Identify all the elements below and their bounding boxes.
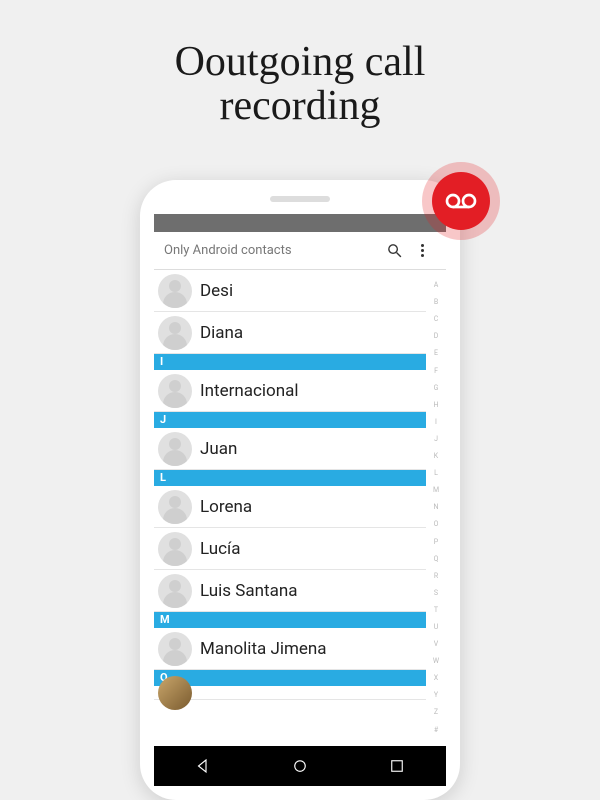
index-letter[interactable]: R (434, 573, 438, 580)
contact-name: Luis Santana (200, 581, 297, 601)
contact-list[interactable]: Desi Diana I Internacional J Juan L (154, 270, 426, 746)
avatar (158, 574, 192, 608)
android-nav-bar (154, 746, 446, 786)
index-letter[interactable]: P (434, 539, 438, 546)
index-letter[interactable]: M (433, 487, 439, 494)
index-letter[interactable]: X (434, 675, 438, 682)
index-letter[interactable]: Q (434, 556, 439, 563)
promo-title-line1: Ooutgoing call (175, 39, 426, 85)
section-header: L (154, 470, 426, 486)
promo-title-line2: recording (220, 83, 381, 129)
index-letter[interactable]: N (434, 504, 439, 511)
index-letter[interactable]: D (434, 333, 439, 340)
contact-name: Lorena (200, 497, 252, 517)
app-bar-title: Only Android contacts (164, 243, 380, 258)
overflow-menu-button[interactable] (408, 237, 436, 265)
index-letter[interactable]: L (434, 470, 438, 477)
section-header: J (154, 412, 426, 428)
index-letter[interactable]: C (434, 316, 439, 323)
contact-row[interactable]: Desi (154, 270, 426, 312)
screen: Only Android contacts Desi Diana I (154, 214, 446, 786)
index-letter[interactable]: E (434, 350, 438, 357)
index-letter[interactable]: Z (434, 709, 438, 716)
contact-name: Manolita Jimena (200, 639, 327, 659)
contact-list-area: Desi Diana I Internacional J Juan L (154, 270, 446, 746)
index-letter[interactable]: A (434, 282, 439, 289)
contact-name: Lucía (200, 539, 241, 559)
promo-title: Ooutgoing call recording (0, 40, 600, 128)
avatar (158, 490, 192, 524)
contact-row[interactable]: Luis Santana (154, 570, 426, 612)
contact-row[interactable]: Internacional (154, 370, 426, 412)
contact-row[interactable] (154, 686, 426, 700)
contact-row[interactable]: Diana (154, 312, 426, 354)
contact-name: Desi (200, 281, 233, 301)
contact-name: Internacional (200, 381, 298, 401)
search-icon (386, 242, 403, 259)
avatar (158, 432, 192, 466)
avatar (158, 374, 192, 408)
index-letter[interactable]: S (434, 590, 438, 597)
contact-row[interactable]: Manolita Jimena (154, 628, 426, 670)
phone-speaker (270, 196, 330, 202)
avatar (158, 676, 192, 710)
avatar (158, 532, 192, 566)
nav-back-icon (194, 757, 212, 775)
index-letter[interactable]: T (434, 607, 438, 614)
section-header: O (154, 670, 426, 686)
index-letter[interactable]: Y (434, 692, 438, 699)
contact-name: Diana (200, 323, 243, 343)
nav-recent-button[interactable] (377, 757, 417, 775)
index-letter[interactable]: F (434, 368, 438, 375)
section-header: I (154, 354, 426, 370)
index-letter[interactable]: J (434, 436, 438, 443)
section-header: M (154, 612, 426, 628)
avatar (158, 274, 192, 308)
index-letter[interactable]: # (434, 727, 438, 734)
nav-recent-icon (388, 757, 406, 775)
index-letter[interactable]: H (434, 402, 439, 409)
contact-row[interactable]: Lorena (154, 486, 426, 528)
record-badge (422, 162, 500, 240)
index-letter[interactable]: V (434, 641, 438, 648)
app-bar: Only Android contacts (154, 232, 446, 270)
nav-home-button[interactable] (280, 757, 320, 775)
avatar (158, 316, 192, 350)
index-letter[interactable]: W (433, 658, 439, 665)
voicemail-record-icon (432, 172, 490, 230)
nav-back-button[interactable] (183, 757, 223, 775)
index-letter[interactable]: U (434, 624, 439, 631)
avatar (158, 632, 192, 666)
nav-home-icon (291, 757, 309, 775)
search-button[interactable] (380, 237, 408, 265)
phone-frame: Only Android contacts Desi Diana I (140, 180, 460, 800)
contact-row[interactable]: Lucía (154, 528, 426, 570)
overflow-menu-icon (421, 244, 424, 257)
index-letter[interactable]: G (434, 385, 439, 392)
index-letter[interactable]: O (434, 521, 439, 528)
contact-name: Juan (200, 439, 237, 459)
index-letter[interactable]: K (434, 453, 438, 460)
contact-row[interactable]: Juan (154, 428, 426, 470)
alpha-index[interactable]: A B C D E F G H I J K L M N O P Q R S T U V W X Y Z # (426, 270, 446, 746)
status-bar (154, 214, 446, 232)
index-letter[interactable]: I (435, 419, 437, 426)
index-letter[interactable]: B (434, 299, 438, 306)
